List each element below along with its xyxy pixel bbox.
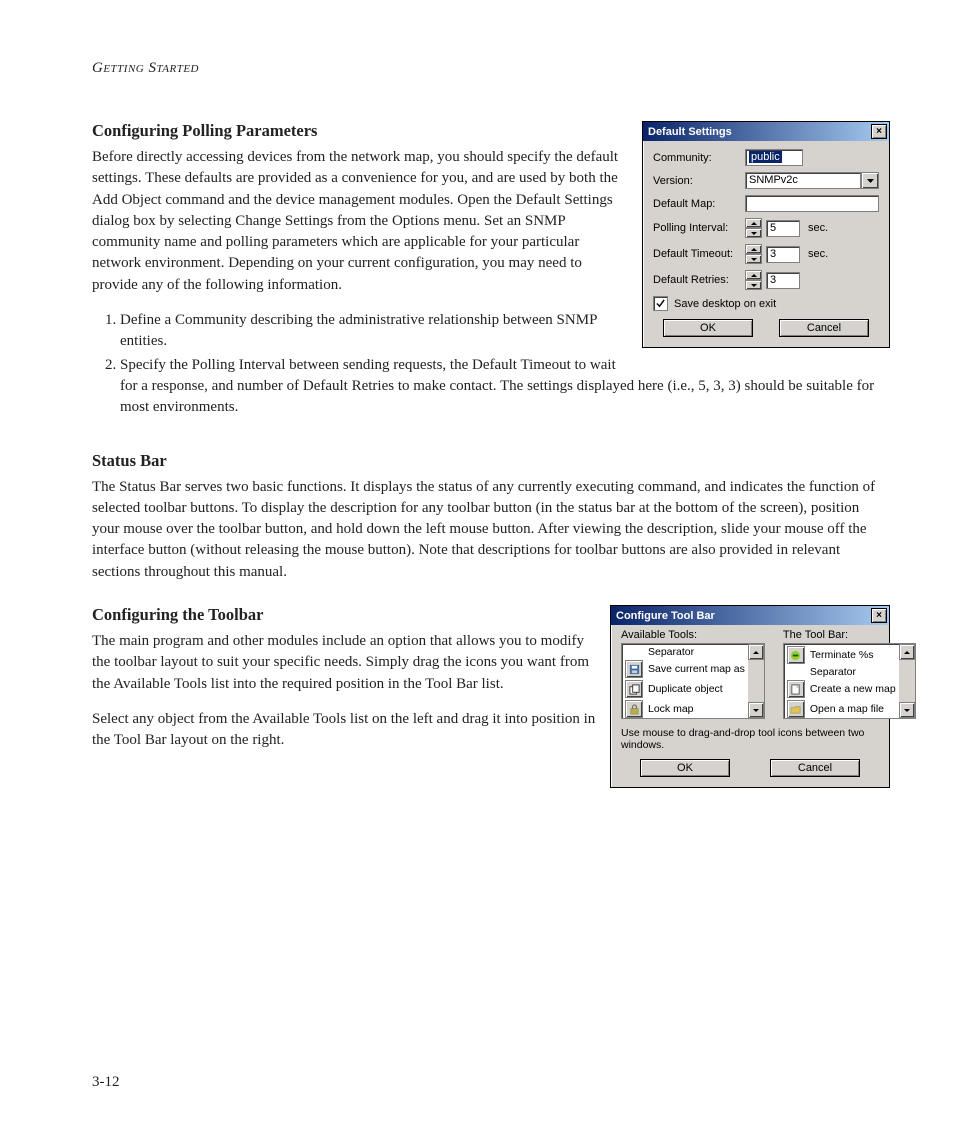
version-select[interactable]: SNMPv2c [745,172,861,189]
default-map-input[interactable] [745,195,879,212]
list-item[interactable]: Separator [784,665,899,679]
default-retries-spinner[interactable] [745,270,762,290]
list-item[interactable]: Separator [622,645,748,659]
default-timeout-spinner[interactable] [745,244,762,264]
list-item[interactable]: Create a new map [784,679,899,699]
version-select-button[interactable] [861,172,879,189]
new-map-icon [787,680,805,698]
toolbar-label: The Tool Bar: [783,629,916,641]
scrollbar[interactable] [899,644,915,718]
sec-unit: sec. [808,248,828,260]
cancel-button[interactable]: Cancel [779,319,869,337]
default-settings-dialog: Default Settings × Community: public Ver… [642,121,890,348]
polling-interval-label: Polling Interval: [653,222,745,234]
available-tools-label: Available Tools: [621,629,765,641]
close-button[interactable]: × [871,608,887,623]
running-head: Getting Started [92,60,890,77]
default-timeout-input[interactable]: 3 [766,246,800,263]
duplicate-icon [625,680,643,698]
polling-interval-input[interactable]: 5 [766,220,800,237]
community-label: Community: [653,152,745,164]
polling-interval-spinner[interactable] [745,218,762,238]
lock-icon [625,700,643,718]
list-item[interactable]: Duplicate object [622,679,748,699]
dialog-title: Default Settings [648,126,732,138]
community-input[interactable]: public [745,149,803,166]
list-item[interactable]: Terminate %s [784,645,899,665]
page-number: 3-12 [92,1074,120,1091]
scrollbar[interactable] [748,644,764,718]
status-para: The Status Bar serves two basic function… [92,477,890,583]
list-item[interactable]: Lock map [622,699,748,718]
terminate-icon [787,646,805,664]
save-desktop-checkbox[interactable] [653,296,668,311]
toolbar-list[interactable]: Terminate %sSeparatorCreate a new mapOpe… [783,643,916,719]
version-label: Version: [653,175,745,187]
open-map-icon [787,700,805,718]
save-map-icon [625,660,643,678]
heading-status: Status Bar [92,451,890,471]
default-map-label: Default Map: [653,198,745,210]
cancel-button[interactable]: Cancel [770,759,860,777]
polling-step-2: Specify the Polling Interval between sen… [120,355,890,419]
configure-toolbar-dialog: Configure Tool Bar × Available Tools: Se… [610,605,890,788]
list-item[interactable]: Open a map file [784,699,899,718]
sec-unit: sec. [808,222,828,234]
ok-button[interactable]: OK [663,319,753,337]
default-retries-label: Default Retries: [653,274,745,286]
drag-hint: Use mouse to drag-and-drop tool icons be… [621,727,879,751]
default-timeout-label: Default Timeout: [653,248,745,260]
list-item[interactable]: Save current map as [622,659,748,679]
close-button[interactable]: × [871,124,887,139]
dialog-title: Configure Tool Bar [616,610,715,622]
ok-button[interactable]: OK [640,759,730,777]
default-retries-input[interactable]: 3 [766,272,800,289]
save-desktop-label: Save desktop on exit [674,298,776,310]
available-tools-list[interactable]: SeparatorSave current map asDuplicate ob… [621,643,765,719]
